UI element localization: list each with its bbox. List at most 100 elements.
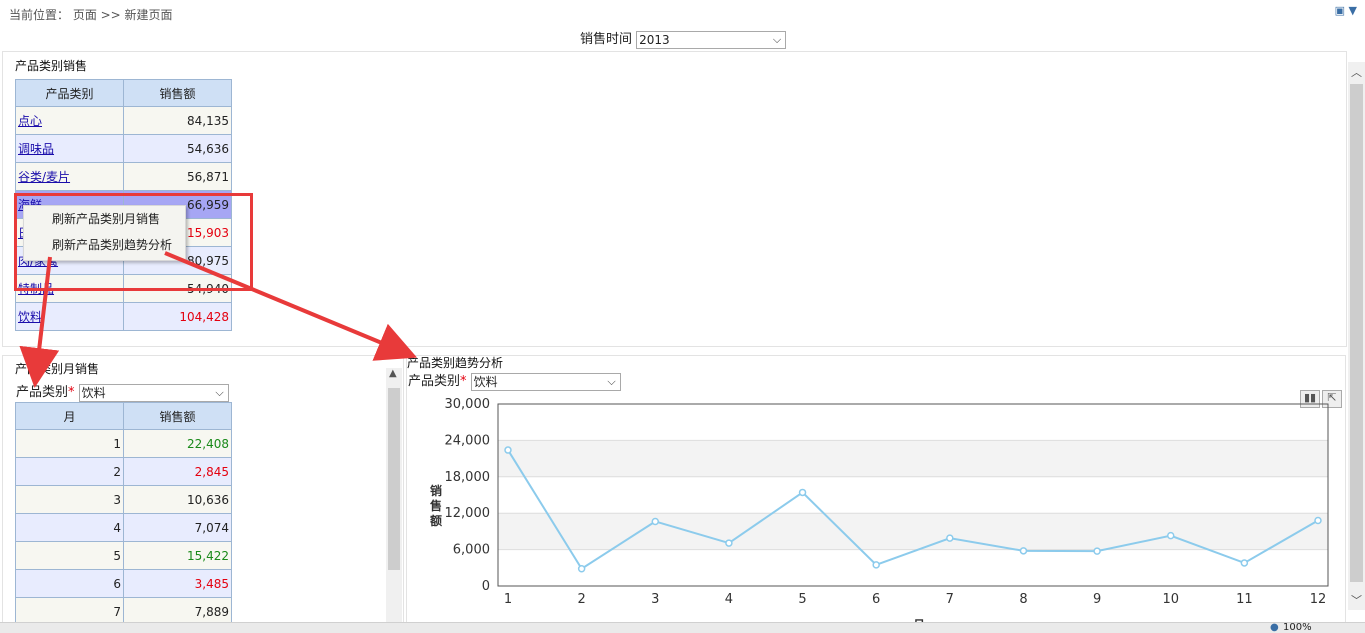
sales-time-select[interactable]: 2013 ⌵	[636, 30, 787, 49]
month-cell: 3	[15, 485, 124, 514]
table-row[interactable]: 谷类/麦片 56,871	[15, 162, 232, 191]
y-tick-label: 18,000	[445, 470, 491, 485]
x-tick-label: 5	[798, 592, 806, 607]
grid-band	[498, 513, 1328, 550]
monthly-sales-title: 产品类别月销售	[15, 362, 100, 376]
x-tick-label: 4	[725, 592, 733, 607]
scroll-up-icon[interactable]: ▲	[389, 368, 397, 379]
x-tick-label: 10	[1162, 592, 1179, 607]
data-point[interactable]	[1019, 547, 1028, 555]
main-scrollbar[interactable]: ︿ ﹀	[1348, 62, 1365, 610]
month-cell: 6	[15, 569, 124, 598]
table-row[interactable]: 饮料 104,428	[15, 302, 232, 331]
chevron-down-icon: ⌵	[607, 374, 616, 388]
month-cell: 4	[15, 513, 124, 542]
breadcrumb: 当前位置： 页面 >> 新建页面	[9, 8, 173, 22]
chevron-down-icon: ⌵	[215, 385, 224, 399]
sales-value: 56,871	[123, 162, 232, 191]
context-menu: 刷新产品类别月销售 刷新产品类别趋势分析	[23, 205, 186, 261]
trend-category-label: 产品类别	[408, 374, 461, 389]
category-link[interactable]: 点心	[18, 114, 42, 128]
x-tick-label: 11	[1236, 592, 1253, 607]
table-row[interactable]: 3 10,636	[15, 485, 232, 514]
monthly-scrollbar-thumb[interactable]	[388, 388, 400, 570]
trend-category-filter: 产品类别* 饮料 ⌵	[408, 370, 621, 391]
table-row[interactable]: 2 2,845	[15, 457, 232, 486]
table-row[interactable]: 1 22,408	[15, 429, 232, 458]
data-point[interactable]	[946, 534, 954, 542]
sales-time-value: 2013	[639, 32, 670, 47]
column-header-month[interactable]: 月	[15, 402, 124, 430]
data-point[interactable]	[1166, 531, 1175, 540]
chevron-down-icon[interactable]: ▼	[1349, 4, 1357, 17]
sales-time-filter: 销售时间 2013 ⌵	[580, 28, 787, 49]
x-tick-label: 3	[651, 592, 659, 607]
x-tick-label: 2	[577, 592, 585, 607]
zoom-level[interactable]: 100%	[1283, 622, 1312, 633]
data-point[interactable]	[1314, 516, 1322, 525]
data-point[interactable]	[1093, 547, 1101, 555]
column-header-sales[interactable]: 销售额	[123, 79, 232, 107]
sales-value: 54,636	[123, 134, 232, 163]
column-header-category[interactable]: 产品类别	[15, 79, 124, 107]
monthly-sales-value: 22,408	[123, 429, 232, 458]
data-point[interactable]	[725, 539, 733, 547]
monthly-category-label: 产品类别	[16, 385, 69, 400]
trend-line-chart: 06,00012,00018,00024,00030,000 123456789…	[430, 397, 1329, 630]
table-row[interactable]: 调味品 54,636	[15, 134, 232, 163]
table-row[interactable]: 5 15,422	[15, 541, 232, 570]
data-point[interactable]	[872, 561, 880, 569]
globe-icon: ●	[1270, 622, 1279, 633]
x-tick-label: 7	[946, 592, 954, 607]
monthly-sales-value: 7,074	[123, 513, 232, 542]
x-tick-label: 8	[1019, 592, 1027, 607]
scroll-down-icon[interactable]: ﹀	[1351, 592, 1362, 608]
trend-category-select[interactable]: 饮料 ⌵	[470, 372, 621, 391]
month-cell: 5	[15, 541, 124, 570]
x-tick-label: 9	[1093, 592, 1101, 607]
monthly-sales-value: 3,485	[123, 569, 232, 598]
chevron-down-icon: ⌵	[772, 32, 782, 46]
x-tick-label: 6	[872, 592, 880, 607]
table-row[interactable]: 4 7,074	[15, 513, 232, 542]
table-row[interactable]: 6 3,485	[15, 569, 232, 598]
monthly-sales-value: 10,636	[123, 485, 232, 514]
category-link[interactable]: 谷类/麦片	[18, 170, 70, 184]
month-cell: 2	[15, 457, 124, 486]
sales-value: 84,135	[123, 106, 232, 135]
category-link[interactable]: 调味品	[18, 142, 54, 156]
table-row[interactable]: 点心 84,135	[15, 106, 232, 135]
sales-value: 104,428	[123, 302, 232, 331]
restore-icon[interactable]: ▣	[1335, 4, 1345, 17]
monthly-category-value: 饮料	[81, 385, 106, 400]
y-tick-label: 6,000	[453, 543, 490, 558]
y-tick-label: 24,000	[445, 433, 491, 448]
menu-item-refresh-trend[interactable]: 刷新产品类别趋势分析	[24, 232, 185, 258]
sales-time-label: 销售时间	[580, 32, 633, 47]
monthly-category-filter: 产品类别* 饮料 ⌵	[16, 381, 229, 402]
month-cell: 1	[15, 429, 124, 458]
data-point[interactable]	[504, 446, 512, 454]
monthly-sales-table: 月 销售额 1 22,408 2 2,845 3 10,636 4 7,074 5 15,422 6…	[15, 402, 232, 626]
required-marker: *	[68, 385, 75, 400]
trend-category-value: 饮料	[473, 374, 498, 389]
data-point[interactable]	[798, 488, 807, 497]
data-point[interactable]	[1240, 559, 1249, 567]
scroll-up-icon[interactable]: ︿	[1351, 64, 1362, 80]
monthly-scrollbar[interactable]: ▲	[386, 368, 402, 630]
menu-item-refresh-monthly[interactable]: 刷新产品类别月销售	[24, 206, 185, 232]
category-sales-title: 产品类别销售	[15, 59, 88, 73]
status-bar: ● 100%	[0, 622, 1365, 633]
y-tick-label: 0	[482, 579, 490, 594]
y-tick-label: 30,000	[445, 397, 491, 412]
data-point[interactable]	[651, 517, 660, 526]
monthly-category-select[interactable]: 饮料 ⌵	[78, 383, 229, 402]
window-controls: ▣ ▼	[1335, 4, 1357, 17]
main-scrollbar-thumb[interactable]	[1350, 84, 1363, 582]
category-link[interactable]: 饮料	[18, 310, 42, 324]
column-header-monthly-sales[interactable]: 销售额	[123, 402, 232, 430]
data-point[interactable]	[577, 564, 586, 573]
plot-area	[497, 403, 1329, 587]
monthly-sales-value: 15,422	[123, 541, 232, 570]
monthly-sales-value: 2,845	[123, 457, 232, 486]
